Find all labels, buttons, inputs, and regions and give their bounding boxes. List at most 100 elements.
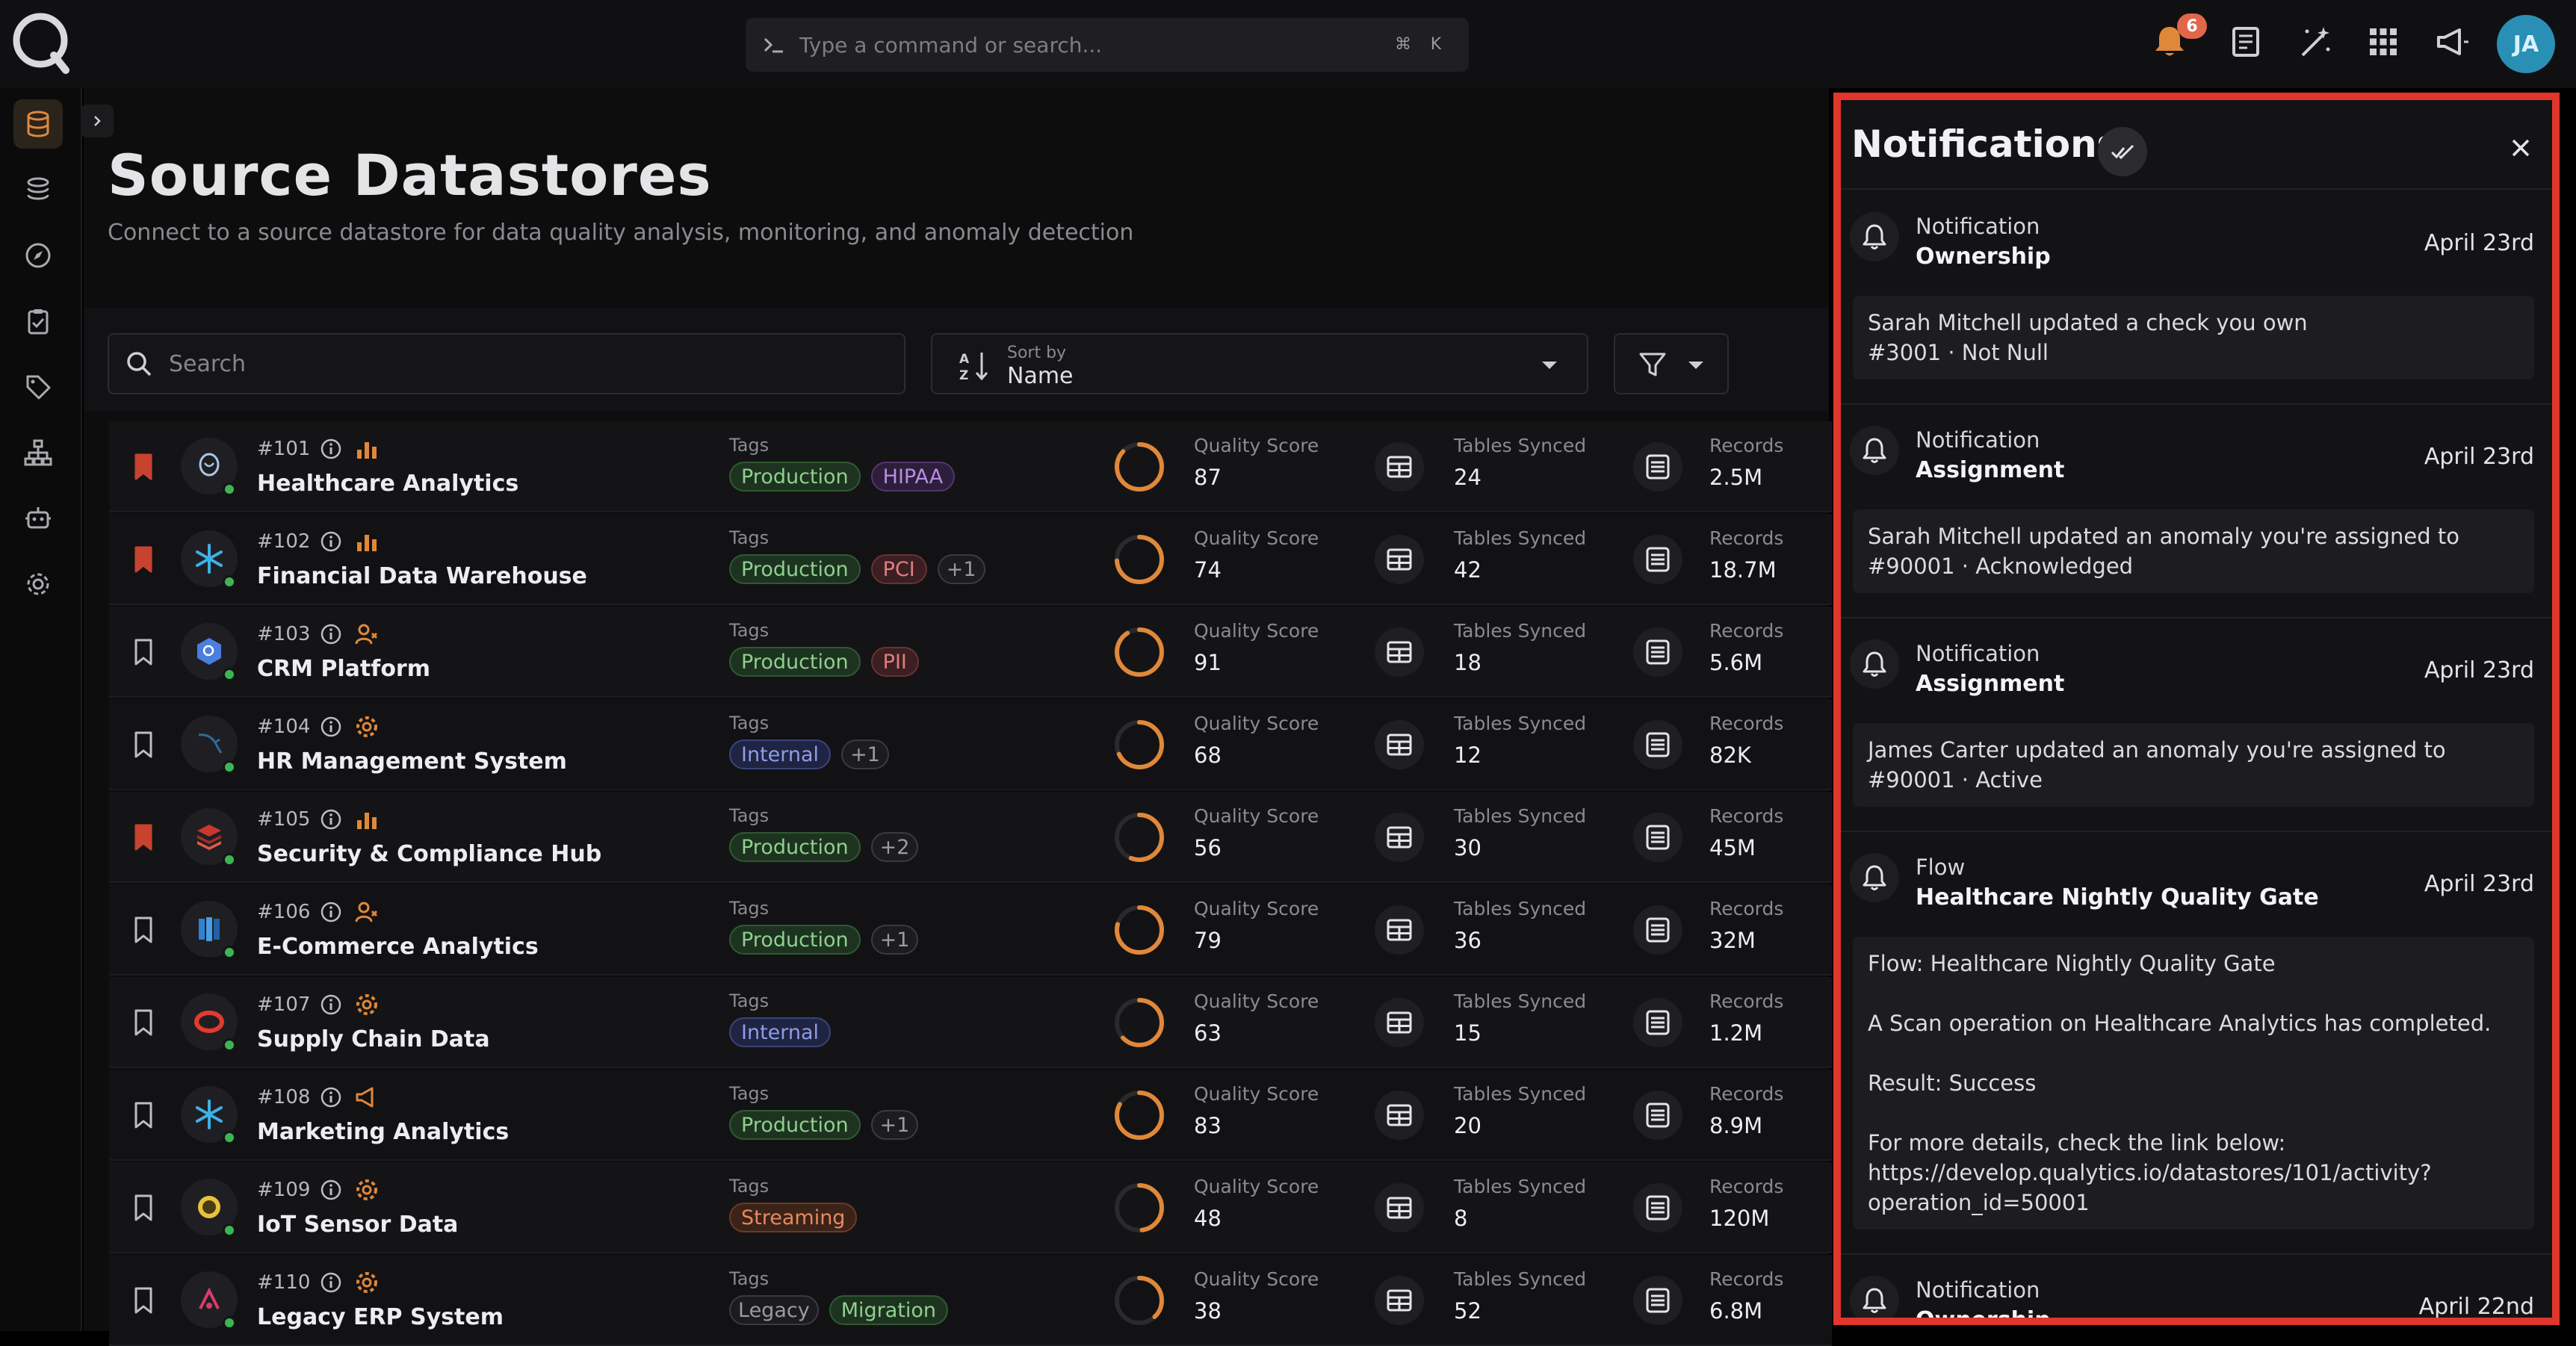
bookmark-icon[interactable]	[131, 1286, 155, 1315]
chevron-right-icon	[94, 116, 101, 126]
close-icon[interactable]	[2509, 136, 2533, 160]
table-row[interactable]: #108 Marketing Analytics Tags Production…	[109, 1070, 1832, 1161]
datastore-name[interactable]: CRM Platform	[257, 656, 430, 682]
sidebar-item-agent[interactable]	[13, 494, 63, 543]
notification-item[interactable]: Flow Healthcare Nightly Quality Gate Apr…	[1841, 832, 2552, 1255]
apps-grid-icon[interactable]	[2364, 22, 2403, 61]
tags-label: Tags	[729, 527, 770, 548]
table-row[interactable]: #105 Security & Compliance Hub Tags Prod…	[109, 792, 1832, 883]
mark-all-read-button[interactable]	[2098, 127, 2147, 176]
tag-chip[interactable]: +1	[870, 1110, 919, 1140]
bookmark-icon[interactable]	[131, 1008, 155, 1037]
tag-chip[interactable]: Internal	[729, 1017, 832, 1047]
notification-item[interactable]: Notification Ownership April 23rd Sarah …	[1841, 191, 2552, 405]
tag-chip[interactable]: +1	[870, 925, 919, 955]
datastore-id: #102	[257, 530, 311, 553]
command-bar[interactable]: Type a command or search... ⌘ K	[746, 18, 1469, 72]
records-value: 45M	[1709, 835, 1756, 860]
tag-chip[interactable]: Production	[729, 462, 861, 491]
tag-list: Internal	[729, 1017, 832, 1047]
bookmark-icon[interactable]	[131, 731, 155, 759]
tag-chip[interactable]: Migration	[829, 1295, 948, 1325]
datastore-name[interactable]: Legacy ERP System	[257, 1304, 504, 1330]
megaphone-icon[interactable]	[2433, 22, 2471, 61]
tag-chip[interactable]: Production	[729, 925, 861, 955]
tag-chip[interactable]: PII	[870, 647, 919, 677]
info-icon[interactable]	[320, 1271, 342, 1294]
records-label: Records	[1709, 435, 1784, 456]
table-row[interactable]: #103 CRM Platform Tags Production PII Qua…	[109, 607, 1832, 698]
datastore-name[interactable]: HR Management System	[257, 748, 567, 775]
info-icon[interactable]	[320, 901, 342, 923]
search-input[interactable]	[167, 350, 840, 378]
notification-item[interactable]: Notification Ownership April 22nd	[1841, 1255, 2552, 1318]
bookmark-icon[interactable]	[131, 1101, 155, 1129]
datastore-name[interactable]: IoT Sensor Data	[257, 1212, 458, 1238]
notification-item[interactable]: Notification Assignment April 23rd Sarah…	[1841, 405, 2552, 618]
command-placeholder: Type a command or search...	[799, 32, 1103, 58]
sidebar-item-tags[interactable]	[13, 362, 63, 412]
table-row[interactable]: #101 Healthcare Analytics Tags Productio…	[109, 421, 1832, 512]
tag-list: Production +2	[729, 832, 919, 862]
notification-item[interactable]: Notification Assignment April 23rd James…	[1841, 618, 2552, 832]
sidebar-item-datastores[interactable]	[13, 99, 63, 149]
info-icon[interactable]	[320, 623, 342, 645]
bookmark-filled-icon[interactable]	[131, 545, 155, 574]
sidebar-item-discover[interactable]	[13, 231, 63, 280]
info-icon[interactable]	[320, 808, 342, 831]
info-icon[interactable]	[320, 993, 342, 1016]
quality-score-ring	[1115, 1091, 1164, 1140]
table-row[interactable]: #107 Supply Chain Data Tags Internal Qua…	[109, 977, 1832, 1068]
tag-chip[interactable]: Production	[729, 554, 861, 584]
info-icon[interactable]	[320, 530, 342, 553]
notification-date: April 23rd	[2424, 657, 2534, 683]
tag-chip[interactable]: Production	[729, 647, 861, 677]
bookmark-filled-icon[interactable]	[131, 823, 155, 852]
sidebar-item-explore[interactable]	[13, 165, 63, 214]
bookmark-icon[interactable]	[131, 916, 155, 944]
table-row[interactable]: #104 HR Management System Tags Internal +…	[109, 699, 1832, 790]
tag-chip[interactable]: +1	[937, 554, 985, 584]
tag-chip[interactable]: Production	[729, 832, 861, 862]
tables-synced-label: Tables Synced	[1454, 805, 1587, 827]
table-row[interactable]: #110 Legacy ERP System Tags Legacy Migrat…	[109, 1255, 1832, 1346]
table-row[interactable]: #106 E-Commerce Analytics Tags Productio…	[109, 884, 1832, 976]
info-icon[interactable]	[320, 1086, 342, 1108]
user-avatar[interactable]: JA	[2497, 15, 2555, 73]
table-row[interactable]: #102 Financial Data Warehouse Tags Produ…	[109, 514, 1832, 605]
bookmark-filled-icon[interactable]	[131, 453, 155, 481]
magic-wand-icon[interactable]	[2295, 22, 2334, 61]
table-row[interactable]: #109 IoT Sensor Data Tags Streaming Qual…	[109, 1162, 1832, 1253]
info-icon[interactable]	[320, 438, 342, 460]
tag-chip[interactable]: +2	[870, 832, 919, 862]
bookmark-icon[interactable]	[131, 638, 155, 666]
search-box[interactable]	[108, 333, 905, 394]
datastore-name[interactable]: Financial Data Warehouse	[257, 563, 587, 589]
tag-chip[interactable]: Production	[729, 1110, 861, 1140]
tables-synced-value: 52	[1454, 1298, 1481, 1324]
bookmark-icon[interactable]	[131, 1194, 155, 1222]
tag-chip[interactable]: HIPAA	[870, 462, 956, 491]
datastore-name[interactable]: Supply Chain Data	[257, 1026, 490, 1052]
document-icon[interactable]	[2226, 22, 2265, 61]
datastore-name[interactable]: Security & Compliance Hub	[257, 841, 601, 867]
sidebar-item-flows[interactable]	[13, 428, 63, 477]
datastore-name[interactable]: Marketing Analytics	[257, 1119, 509, 1145]
sidebar-item-settings[interactable]	[13, 559, 63, 609]
app-logo[interactable]	[7, 9, 73, 75]
datastore-name[interactable]: E-Commerce Analytics	[257, 934, 539, 960]
tag-chip[interactable]: PCI	[870, 554, 927, 584]
sidebar-item-checks[interactable]	[13, 297, 63, 346]
records-icon	[1633, 813, 1682, 862]
tag-chip[interactable]: Internal	[729, 739, 832, 769]
sort-select[interactable]: A Z Sort by Name	[931, 333, 1588, 394]
filter-button[interactable]	[1614, 333, 1729, 394]
expand-sidebar-button[interactable]	[81, 105, 114, 137]
tag-chip[interactable]: +1	[841, 739, 889, 769]
tag-chip[interactable]: Streaming	[729, 1203, 858, 1232]
tag-chip[interactable]: Legacy	[729, 1295, 819, 1325]
records-value: 120M	[1709, 1206, 1770, 1231]
info-icon[interactable]	[320, 716, 342, 738]
datastore-name[interactable]: Healthcare Analytics	[257, 471, 518, 497]
info-icon[interactable]	[320, 1179, 342, 1201]
